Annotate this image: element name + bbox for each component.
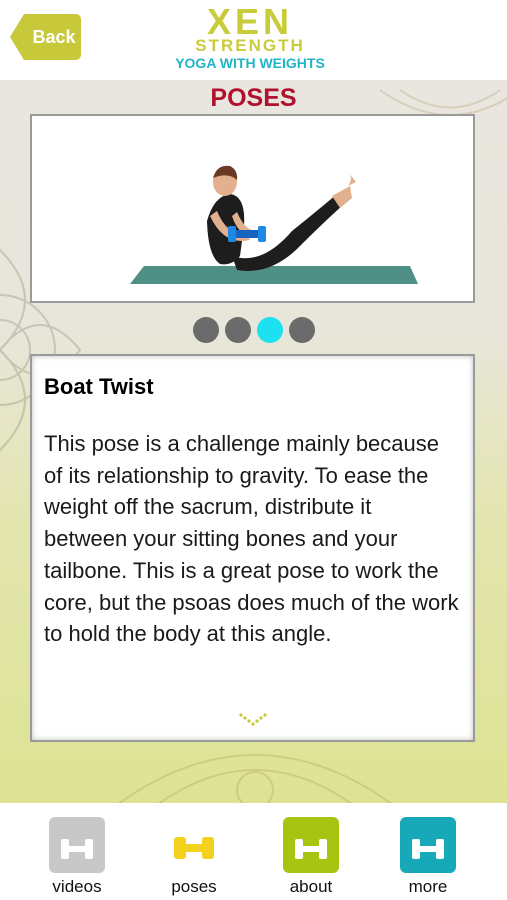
pose-name: Boat Twist — [44, 374, 154, 399]
pose-image[interactable] — [30, 114, 475, 303]
back-button[interactable]: Back — [10, 14, 81, 60]
logo-tagline: YOGA WITH WEIGHTS — [175, 55, 325, 71]
app-header: Back XEN STRENGTH YOGA WITH WEIGHTS — [0, 0, 507, 80]
tab-poses[interactable]: poses — [149, 817, 239, 897]
page-title: POSES — [210, 84, 297, 112]
tab-videos[interactable]: videos — [32, 817, 122, 897]
dumbbell-icon — [49, 817, 105, 873]
pager-dot-3-active[interactable] — [257, 317, 283, 343]
logo-strength: STRENGTH — [195, 36, 305, 55]
pose-description-scroll[interactable]: Boat Twist This pose is a challenge main… — [44, 372, 459, 678]
tab-videos-label: videos — [52, 877, 102, 896]
carousel-pager — [193, 317, 317, 343]
scroll-down-chevron-icon[interactable] — [237, 712, 269, 728]
pager-dot-1[interactable] — [193, 317, 219, 343]
pose-description: This pose is a challenge mainly because … — [44, 431, 459, 647]
app-logo: XEN STRENGTH YOGA WITH WEIGHTS — [150, 1, 350, 72]
logo-xen: XEN — [206, 1, 294, 42]
dumbbell-icon — [283, 817, 339, 873]
back-button-label: Back — [32, 27, 76, 47]
bottom-tab-bar: videos poses about more — [0, 803, 507, 900]
pager-dot-2[interactable] — [225, 317, 251, 343]
tab-poses-label: poses — [171, 877, 217, 896]
tab-about-label: about — [289, 877, 333, 896]
boat-pose-illustration — [130, 165, 418, 284]
tab-about[interactable]: about — [266, 817, 356, 897]
dumbbell-icon — [166, 817, 222, 873]
dumbbell-icon — [400, 817, 456, 873]
tab-more-label: more — [408, 877, 448, 896]
tab-more[interactable]: more — [383, 817, 473, 897]
pager-dot-4[interactable] — [289, 317, 315, 343]
pose-description-card[interactable]: Boat Twist This pose is a challenge main… — [30, 354, 475, 742]
